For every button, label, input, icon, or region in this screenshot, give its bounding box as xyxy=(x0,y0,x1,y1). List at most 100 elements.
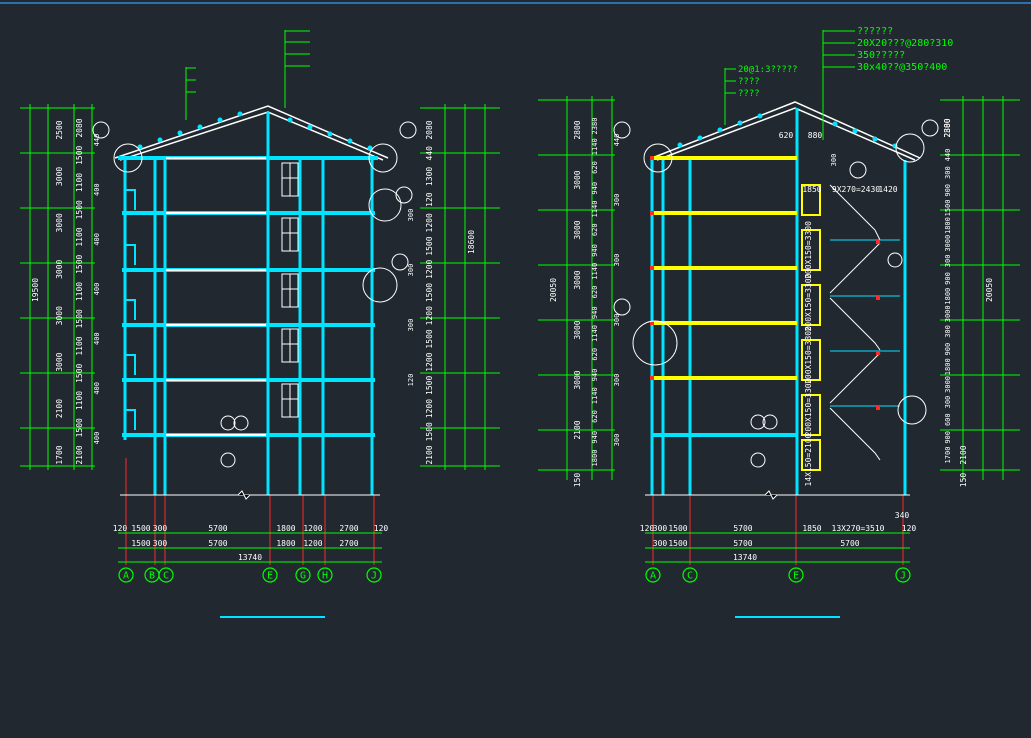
left-bottom-dim-1: 300 xyxy=(153,524,168,533)
cad-drawing-canvas[interactable]: 2500 3000 3000 3000 3000 3000 2100 1700 2080 1500… xyxy=(0,0,1031,738)
right-stair-flights xyxy=(829,184,900,461)
left-inner-dim: 1500 xyxy=(75,254,84,273)
left-right-dim: 440 xyxy=(425,146,434,161)
left-right-small-dim: 300 xyxy=(407,319,415,332)
left-small-dim: 440 xyxy=(93,134,101,147)
right-right-dim: 1800 xyxy=(944,358,952,375)
left-outer-dim: 3000 xyxy=(55,259,64,278)
left-small-dim: 400 xyxy=(93,332,101,345)
axis-label: E xyxy=(267,571,273,582)
right-left-total: 20050 xyxy=(549,278,558,302)
right-left-note: ???? xyxy=(738,77,760,87)
left-bottom-dim-2: 2700 xyxy=(339,539,358,548)
left-inner-dim: 1100 xyxy=(75,391,84,410)
right-left-note: 20@1:3????? xyxy=(738,65,798,75)
left-right-dim: 1500 xyxy=(425,236,434,255)
dimension-labels: 2500 3000 3000 3000 3000 3000 2100 1700 2080 1500… xyxy=(31,26,994,583)
right-bottom-dim-2: 5700 xyxy=(733,539,752,548)
stair-riser-label: 200X150=3300 xyxy=(804,378,813,436)
right-left-inner-dim: 940 xyxy=(591,182,599,195)
axis-label: J xyxy=(371,571,377,582)
right-bottom-dim-1: 120 xyxy=(902,524,917,533)
left-bottom-dim-1: 5700 xyxy=(208,524,227,533)
left-outer-dim: 3000 xyxy=(55,213,64,232)
right-left-small-dim: 300 xyxy=(613,194,621,207)
right-right-dim: 300 xyxy=(944,166,952,179)
right-left-inner-dim: 620 xyxy=(591,348,599,361)
right-left-inner-dim: 2380 xyxy=(591,118,599,135)
left-detail-circles xyxy=(92,121,417,468)
right-right-dim: 3000 xyxy=(944,376,952,393)
axis-label: C xyxy=(687,571,693,582)
right-left-small-dim: 440 xyxy=(613,134,621,147)
left-right-dim: 120 xyxy=(425,192,434,207)
left-total-height: 19500 xyxy=(31,278,40,302)
right-right-dim: 300 xyxy=(944,325,952,338)
right-left-outer-dim: 3000 xyxy=(573,170,582,189)
right-bottom-dim-1: 5700 xyxy=(733,524,752,533)
left-bottom-dim-2: 1500 xyxy=(131,539,150,548)
left-bottom-dim-2: 300 xyxy=(153,539,168,548)
left-inner-dim: 1500 xyxy=(75,200,84,219)
right-left-inner-dim: 1140 xyxy=(591,325,599,342)
stair-label: 1420 xyxy=(878,185,897,194)
axis-label: J xyxy=(900,571,906,582)
right-right-dim: 440 xyxy=(944,149,952,162)
left-outer-dim: 1700 xyxy=(55,445,64,464)
left-small-dim: 400 xyxy=(93,432,101,445)
left-right-small-dim: 300 xyxy=(407,209,415,222)
left-bottom-dim-2: 1200 xyxy=(303,539,322,548)
left-bottom-dim-2: 5700 xyxy=(208,539,227,548)
left-right-dim: 1500 xyxy=(425,422,434,441)
stair-label: 300 xyxy=(830,154,838,167)
right-right-dim: 1700 xyxy=(944,447,952,464)
stair-label: 620 xyxy=(779,131,794,140)
left-bottom-dim-1: 1200 xyxy=(303,524,322,533)
left-walls xyxy=(123,112,374,495)
stair-riser-label: 200X150=3300 xyxy=(804,326,813,384)
right-left-inner-dim: 1140 xyxy=(591,201,599,218)
left-inner-dim: 2080 xyxy=(75,118,84,137)
right-left-outer-dim: 3000 xyxy=(573,320,582,339)
left-right-dim: 1200 xyxy=(425,213,434,232)
stair-riser-label: 14X150=2100 xyxy=(804,433,813,486)
left-floor-slabs xyxy=(118,156,378,437)
right-left-inner-dim: 1140 xyxy=(591,263,599,280)
right-floor-slabs xyxy=(652,156,797,380)
right-right-dim: 150 xyxy=(959,473,968,488)
left-bottom-dim-1: 120 xyxy=(374,524,389,533)
axis-label: G xyxy=(300,571,306,582)
right-left-outer-dim: 3000 xyxy=(573,220,582,239)
right-right-dim: 600 xyxy=(944,413,952,426)
left-outer-dim: 3000 xyxy=(55,306,64,325)
axis-label: B xyxy=(149,571,155,582)
right-top-note: ?????? xyxy=(857,26,893,37)
right-top-note: 20X20???@280?310 xyxy=(857,38,953,49)
right-left-inner-dim: 620 xyxy=(591,286,599,299)
right-left-inner-dim: 1800 xyxy=(591,450,599,467)
right-left-outer-dim: 150 xyxy=(573,473,582,488)
right-left-note: ???? xyxy=(738,89,760,99)
right-right-dim: 2100 xyxy=(959,445,968,464)
left-small-dim: 400 xyxy=(93,233,101,246)
right-left-inner-dim: 620 xyxy=(591,161,599,174)
left-bottom-dim-1: 2700 xyxy=(339,524,358,533)
left-roof-tiles xyxy=(137,111,373,151)
left-right-dim: 1500 xyxy=(425,376,434,395)
left-right-small-dim: 300 xyxy=(407,264,415,277)
right-right-dim: 1500 xyxy=(944,200,952,217)
right-left-small-dim: 300 xyxy=(613,314,621,327)
right-bottom-dim-1: 1500 xyxy=(668,524,687,533)
left-bottom-dim-1: 1500 xyxy=(131,524,150,533)
left-right-dim: 1200 xyxy=(425,352,434,371)
right-left-inner-dim: 940 xyxy=(591,431,599,444)
right-left-outer-dim: 2100 xyxy=(573,420,582,439)
right-bottom-dim-2: 300 xyxy=(653,539,668,548)
right-left-inner-dim: 620 xyxy=(591,223,599,236)
axis-label: A xyxy=(123,571,129,582)
left-inner-dim: 1500 xyxy=(75,418,84,437)
left-right-dim: 1500 xyxy=(425,283,434,302)
right-left-inner-dim: 620 xyxy=(591,410,599,423)
left-small-dim: 400 xyxy=(93,382,101,395)
left-right-dim: 2080 xyxy=(425,120,434,139)
